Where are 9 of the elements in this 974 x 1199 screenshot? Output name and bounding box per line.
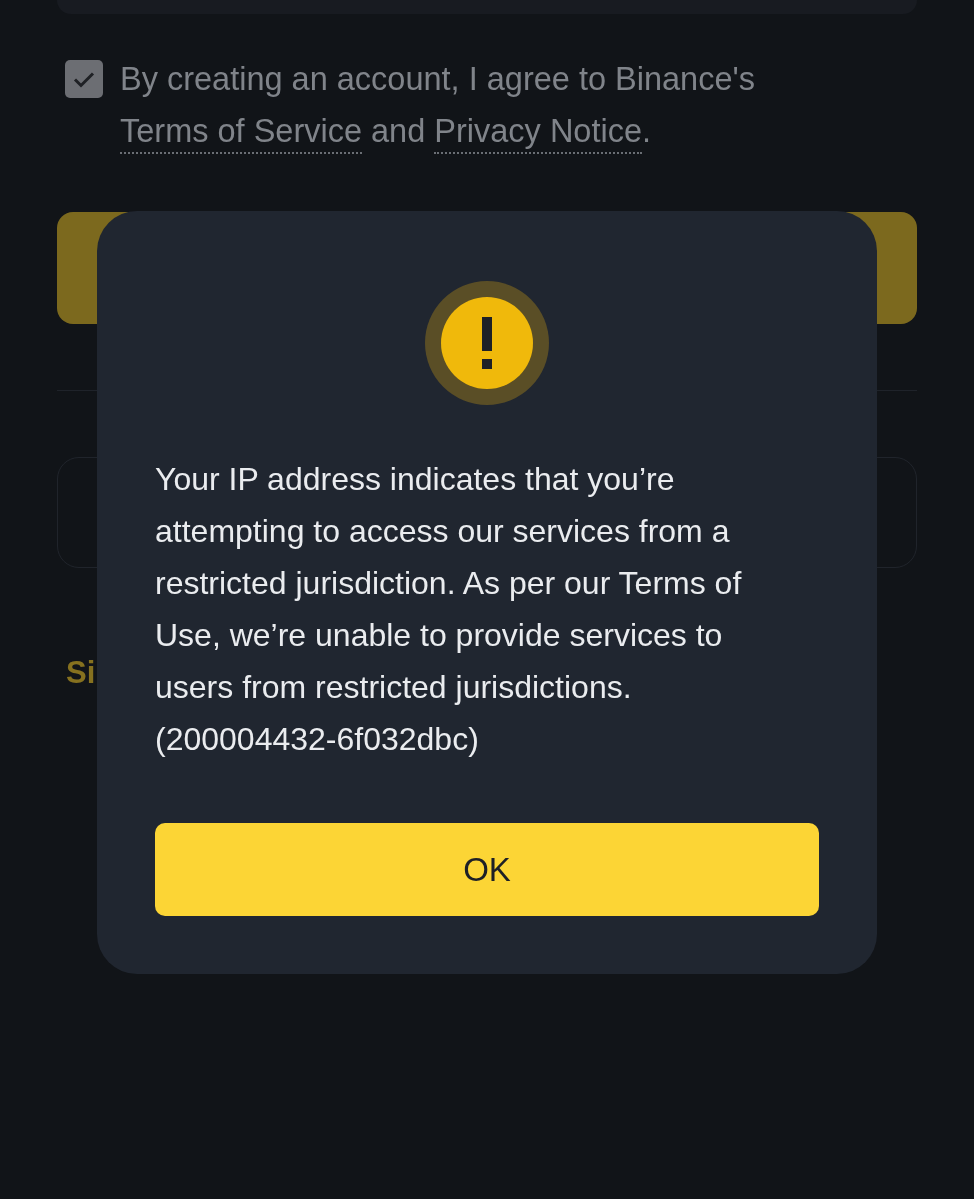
warning-icon [425,281,549,405]
agreement-text: By creating an account, I agree to Binance's Terms of Service and Privacy Notice. [120,53,820,157]
signin-text[interactable]: Si [66,653,96,693]
ok-button[interactable]: OK [155,823,819,916]
terms-link[interactable]: Terms of Service [120,113,362,154]
privacy-link[interactable]: Privacy Notice [434,113,642,154]
checkbox[interactable] [65,60,103,98]
dialog-message: Your IP address indicates that you’re attempting to access our services from a restricted jurisdiction. As per our Terms of Use, we’re unable to provide services to users from restricted jurisdictions. (200004432-6f032dbc) [155,460,743,759]
check-icon [73,70,95,88]
